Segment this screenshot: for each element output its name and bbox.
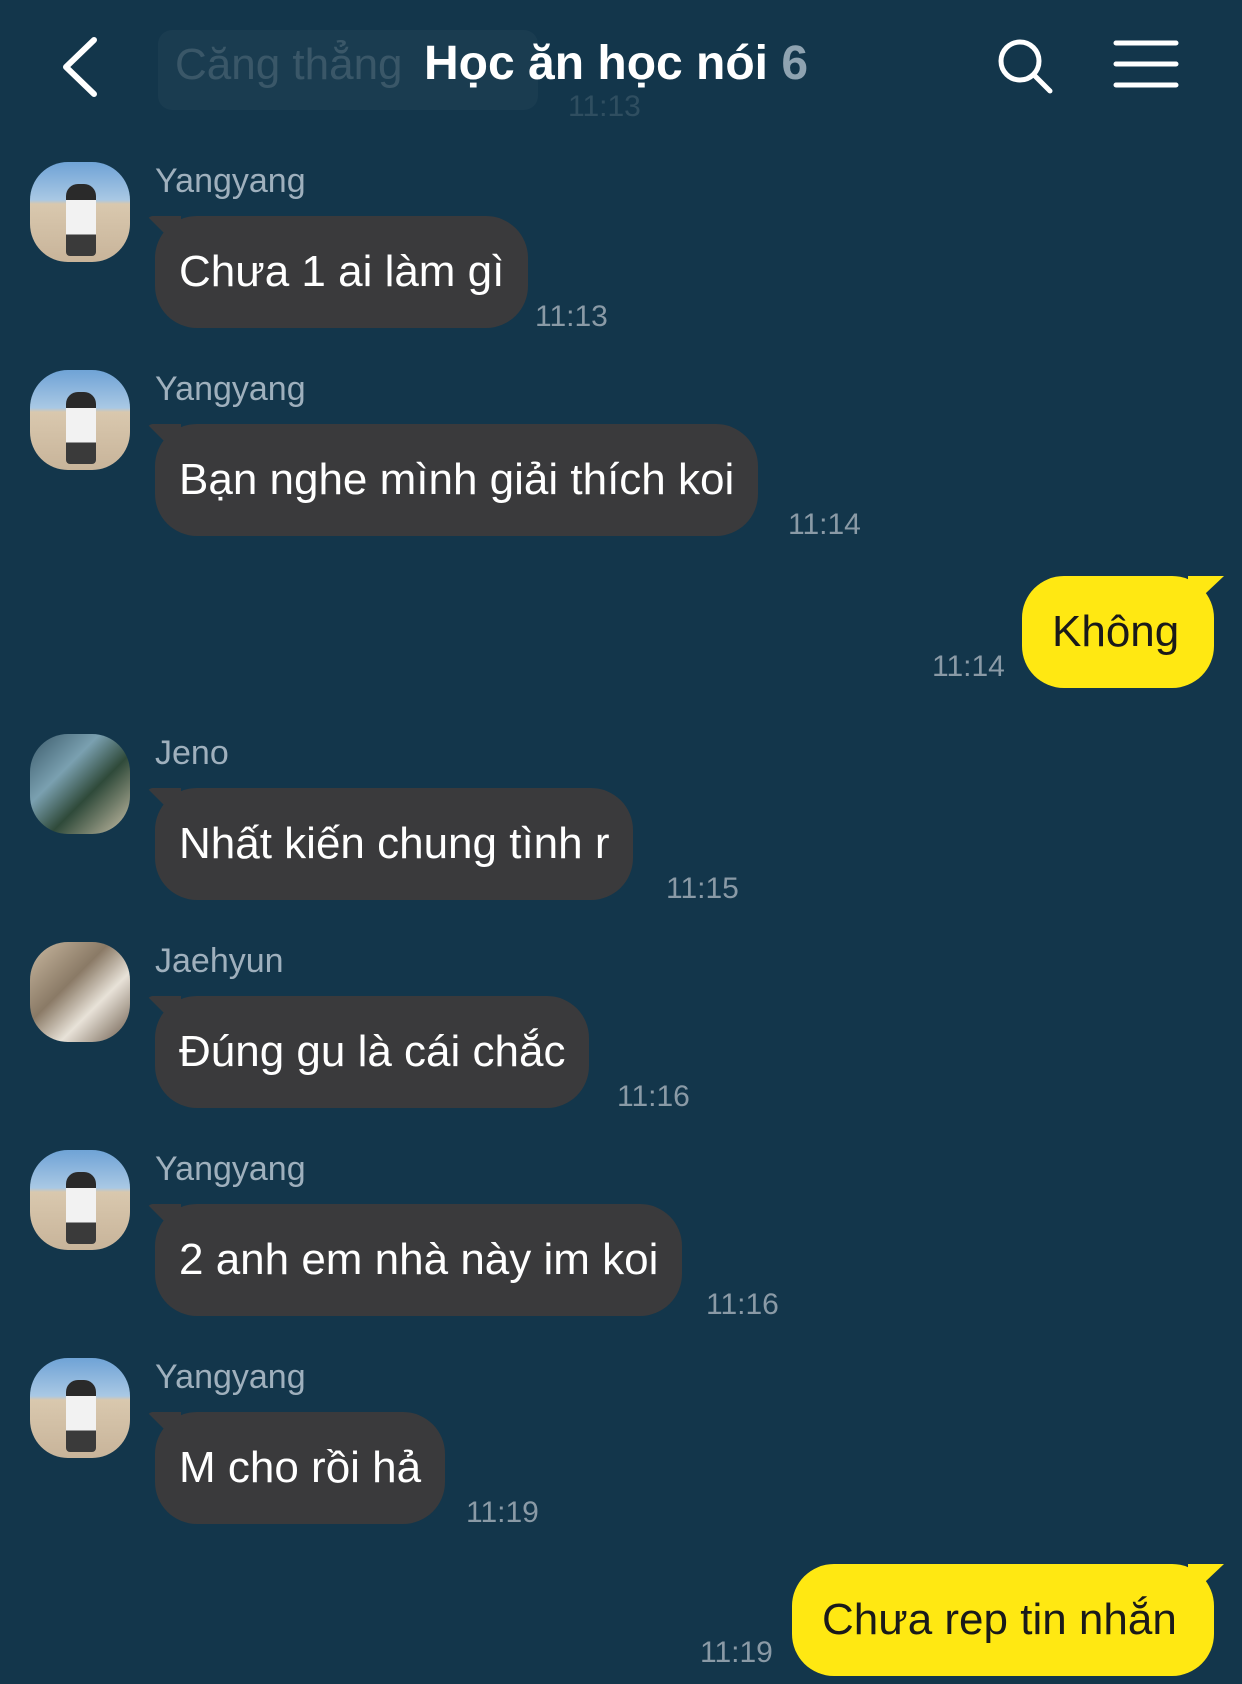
avatar-figure (66, 1380, 96, 1452)
chat-title: Học ăn học nói 6 (424, 36, 808, 91)
avatar-yangyang[interactable] (30, 1150, 130, 1250)
avatar-figure (66, 184, 96, 256)
sender-name: Yangyang (155, 162, 306, 200)
chat-header: Căng thẳng 11:13 Học ăn học nói 6 (0, 0, 1242, 140)
pinned-notice-text: Căng thẳng (175, 40, 403, 89)
avatar-yangyang[interactable] (30, 1358, 130, 1458)
chat-title-text: Học ăn học nói (424, 37, 769, 90)
message-bubble[interactable]: 2 anh em nhà này im koi (155, 1204, 683, 1316)
chevron-left-icon[interactable] (56, 34, 106, 100)
message-bubble-outgoing[interactable]: Chưa rep tin nhắn (792, 1564, 1214, 1676)
message-time: 11:15 (666, 872, 739, 905)
avatar-yangyang[interactable] (30, 370, 130, 470)
message-bubble[interactable]: Đúng gu là cái chắc (155, 996, 590, 1108)
message-bubble[interactable]: M cho rồi hả (155, 1412, 446, 1524)
message-time: 11:14 (788, 508, 861, 541)
pinned-notice-time: 11:13 (568, 90, 641, 123)
avatar-figure (66, 1172, 96, 1244)
message-time: 11:19 (700, 1636, 773, 1669)
sender-name: Yangyang (155, 370, 306, 408)
sender-name: Jeno (155, 734, 229, 772)
search-icon[interactable] (995, 36, 1055, 96)
avatar-jeno[interactable] (30, 734, 130, 834)
message-time: 11:16 (617, 1080, 690, 1113)
sender-name: Yangyang (155, 1358, 306, 1396)
message-bubble-outgoing[interactable]: Không (1022, 576, 1214, 688)
avatar-jaehyun[interactable] (30, 942, 130, 1042)
message-bubble[interactable]: Chưa 1 ai làm gì (155, 216, 529, 328)
message-time: 11:16 (706, 1288, 779, 1321)
message-bubble[interactable]: Nhất kiến chung tình r (155, 788, 634, 900)
member-count: 6 (781, 37, 809, 90)
message-bubble[interactable]: Bạn nghe mình giải thích koi (155, 424, 759, 536)
avatar-yangyang[interactable] (30, 162, 130, 262)
sender-name: Jaehyun (155, 942, 284, 980)
avatar-figure (66, 392, 96, 464)
message-time: 11:19 (466, 1496, 539, 1529)
message-time: 11:14 (932, 650, 1005, 683)
sender-name: Yangyang (155, 1150, 306, 1188)
menu-icon[interactable] (1113, 38, 1179, 90)
message-time: 11:13 (535, 300, 608, 333)
